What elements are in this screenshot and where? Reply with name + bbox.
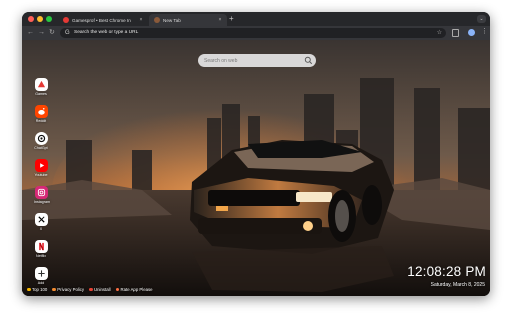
footer-link-label: Privacy Policy (57, 287, 85, 292)
tab-title: Gamesprof • Best Chrome In (72, 17, 131, 23)
shortcut-x[interactable]: X (34, 213, 48, 231)
new-tab-page: Games Reddit ChatGpt Youtube (22, 40, 490, 296)
forward-icon[interactable]: → (38, 28, 45, 38)
shortcut-label: Netflix (36, 254, 46, 258)
plus-icon (34, 267, 48, 280)
x-icon (34, 213, 48, 226)
tab-new-tab[interactable]: New Tab × (149, 14, 227, 26)
heart-icon (115, 287, 120, 292)
minimize-window-button[interactable] (37, 16, 43, 22)
footer-link-uninstall[interactable]: Uninstall (89, 287, 111, 292)
footer-link-top-100[interactable]: Top 100 (27, 287, 47, 292)
shortcut-label: Reddit (35, 119, 47, 123)
footer-link-label: Uninstall (94, 287, 111, 292)
chatgpt-icon (34, 132, 48, 145)
maximize-window-button[interactable] (46, 16, 52, 22)
footer-link-privacy-policy[interactable]: Privacy Policy (52, 287, 84, 292)
trophy-icon (27, 287, 31, 292)
shortcut-label: Instagram (34, 200, 50, 204)
shield-icon (52, 287, 56, 292)
reload-icon[interactable]: ↻ (49, 28, 55, 38)
car-city-background (22, 40, 490, 296)
tab-gamesprof[interactable]: Gamesprof • Best Chrome In × (58, 14, 148, 26)
add-shortcut-button[interactable]: Add (34, 267, 48, 285)
shortcut-games[interactable]: Games (34, 78, 48, 96)
shortcut-label: Add (37, 281, 45, 285)
shortcut-label: Games (35, 92, 47, 96)
gamesprof-favicon-icon (63, 17, 69, 23)
tab-title: New Tab (163, 17, 181, 23)
tab-close-icon[interactable]: × (217, 17, 223, 23)
back-icon[interactable]: ← (27, 28, 34, 38)
search-icon[interactable] (304, 56, 313, 65)
tab-strip: Gamesprof • Best Chrome In × New Tab × +… (22, 12, 490, 26)
search-input[interactable] (204, 54, 299, 67)
games-icon (34, 78, 48, 91)
clock-date: Saturday, March 8, 2025 (430, 282, 485, 288)
shortcut-chatgpt[interactable]: ChatGpt (34, 132, 48, 150)
google-g-icon: G (65, 30, 70, 36)
instagram-icon (34, 186, 48, 199)
shortcut-instagram[interactable]: Instagram (34, 186, 50, 204)
tab-search-menu-icon[interactable]: ⌄ (477, 15, 486, 23)
youtube-icon (34, 159, 48, 172)
shortcut-label: Youtube (34, 173, 48, 177)
browser-toolbar: ← → ↻ G Search the web or type a URL ☆ ⋮ (22, 26, 490, 40)
bookmark-star-icon[interactable]: ☆ (437, 29, 442, 37)
shortcut-label: ChatGpt (34, 146, 48, 150)
new-tab-favicon-icon (154, 17, 160, 23)
footer-link-label: Top 100 (32, 287, 48, 292)
shortcut-reddit[interactable]: Reddit (34, 105, 48, 123)
menu-kebab-icon[interactable]: ⋮ (481, 28, 488, 36)
shortcut-netflix[interactable]: Netflix (34, 240, 48, 258)
shortcut-youtube[interactable]: Youtube (34, 159, 48, 177)
footer-link-label: Rate App Please (120, 287, 153, 292)
omnibox[interactable]: G Search the web or type a URL ☆ (60, 28, 446, 38)
new-tab-button[interactable]: + (229, 14, 234, 24)
profile-avatar[interactable] (468, 29, 475, 36)
shortcut-label: X (39, 227, 43, 231)
omnibox-placeholder: Search the web or type a URL (74, 30, 139, 35)
netflix-icon (34, 240, 48, 253)
footer-links: Top 100 Privacy Policy Uninstall Rate Ap… (27, 287, 153, 292)
close-window-button[interactable] (28, 16, 34, 22)
web-search-box[interactable] (198, 54, 316, 67)
reddit-icon (34, 105, 48, 118)
clock-time: 12:08:28 PM (407, 264, 486, 279)
footer-link-rate-app[interactable]: Rate App Please (115, 287, 153, 292)
extensions-icon[interactable] (452, 29, 459, 37)
tab-close-icon[interactable]: × (138, 17, 144, 23)
browser-window: Gamesprof • Best Chrome In × New Tab × +… (22, 12, 490, 296)
close-icon (89, 287, 93, 292)
